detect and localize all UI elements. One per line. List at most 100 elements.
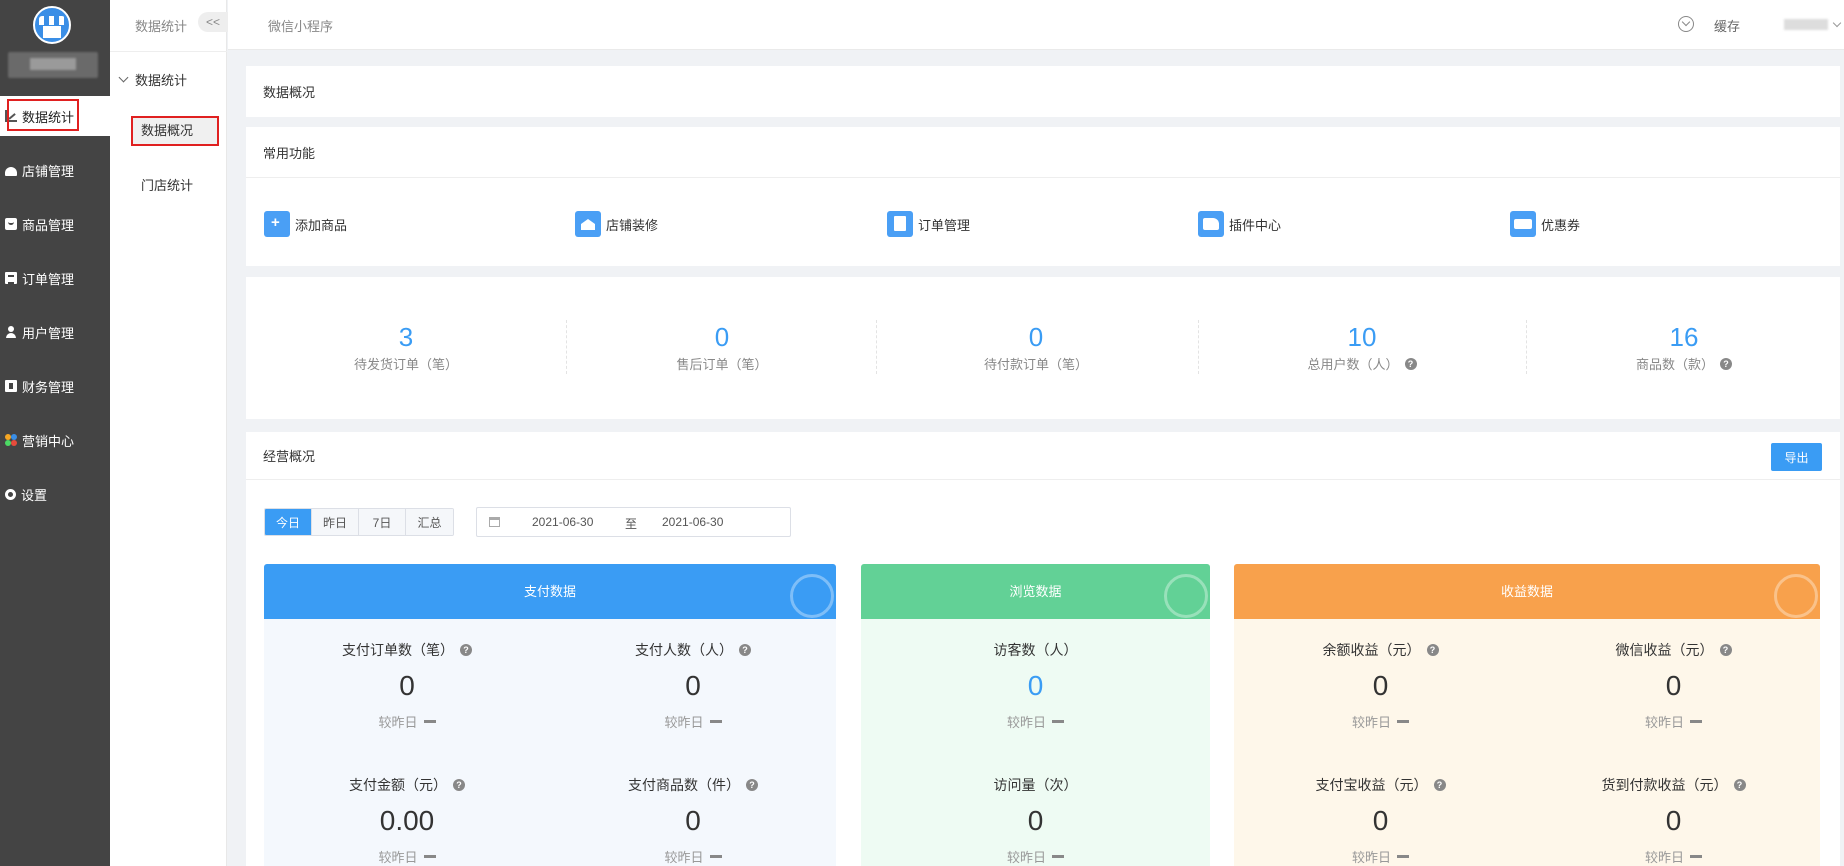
stat-label: 待发货订单（笔） xyxy=(353,357,458,372)
cache-link[interactable]: 缓存 xyxy=(1714,16,1740,35)
range-7days-button[interactable]: 7日 xyxy=(359,509,406,535)
sidebar-item-label: 用户管理 xyxy=(22,325,75,341)
stat-label: 总用户数（人） xyxy=(1307,357,1399,372)
compare-label: 较昨日 xyxy=(1351,850,1391,865)
money-bag-watermark-icon xyxy=(1774,574,1818,618)
help-icon[interactable]: ? xyxy=(453,779,465,791)
compare-label: 较昨日 xyxy=(1006,715,1046,730)
stat-value: 3 xyxy=(398,322,414,352)
metric-pay-goods: 支付商品数（件）? 0 较昨日 xyxy=(550,775,836,866)
date-range-picker[interactable]: 2021-06-30 至 2021-06-30 xyxy=(476,507,791,537)
help-icon[interactable]: ? xyxy=(1719,644,1732,656)
metric-pay-amount: 支付金额（元）? 0.00 较昨日 xyxy=(264,775,550,866)
metric-value: 0.00 xyxy=(379,805,435,836)
shortcut-label: 店铺装修 xyxy=(606,217,659,233)
users-watermark-icon xyxy=(1164,574,1208,618)
sidebar-item-label: 店铺管理 xyxy=(22,163,75,179)
shortcut-label: 优惠券 xyxy=(1541,217,1581,233)
subnav-group-data-stats[interactable]: 数据统计 xyxy=(118,70,187,89)
flat-trend-icon xyxy=(1690,855,1702,858)
panel-header: 浏览数据 xyxy=(861,564,1210,619)
metric-value: 0 xyxy=(685,670,701,701)
download-icon[interactable] xyxy=(1678,16,1694,32)
stat-total-users[interactable]: 10 总用户数（人）? xyxy=(1202,320,1522,373)
stat-goods-count[interactable]: 16 商品数（款）? xyxy=(1524,320,1844,373)
range-selector: 今日 昨日 7日 汇总 xyxy=(264,508,454,536)
stat-label: 商品数（款） xyxy=(1635,357,1714,372)
sidebar-item-data-stats[interactable]: 数据统计 xyxy=(0,96,110,136)
stat-value: 10 xyxy=(1347,322,1377,352)
common-functions-card: 常用功能 xyxy=(246,127,1840,266)
flat-trend-icon xyxy=(1397,855,1409,858)
add-goods-shortcut[interactable]: 添加商品 xyxy=(264,211,347,237)
help-icon[interactable]: ? xyxy=(1733,779,1746,791)
section-title: 经营概况 xyxy=(263,449,316,464)
sidebar-item-finance[interactable]: 财务管理 xyxy=(0,366,110,406)
subnav-title: 数据统计 xyxy=(135,19,188,34)
metric-balance-income: 余额收益（元）? 0 较昨日 xyxy=(1234,640,1527,731)
sidebar-item-users[interactable]: 用户管理 xyxy=(0,312,110,352)
help-icon[interactable]: ? xyxy=(1433,779,1446,791)
metric-label: 余额收益（元） xyxy=(1322,642,1421,658)
sidebar-item-orders[interactable]: 订单管理 xyxy=(0,258,110,298)
plugin-center-shortcut[interactable]: 插件中心 xyxy=(1198,211,1281,237)
stat-after-sale[interactable]: 0 售后订单（笔） xyxy=(562,320,882,373)
help-icon[interactable]: ? xyxy=(460,644,472,656)
help-icon[interactable]: ? xyxy=(746,779,758,791)
flat-trend-icon xyxy=(423,855,436,858)
help-icon[interactable]: ? xyxy=(1404,357,1417,370)
help-icon[interactable]: ? xyxy=(739,644,751,656)
metric-label: 访客数（人） xyxy=(993,642,1078,658)
sidebar-item-marketing[interactable]: 营销中心 xyxy=(0,420,110,460)
order-manage-icon xyxy=(887,211,913,237)
range-total-button[interactable]: 汇总 xyxy=(406,509,453,535)
compare-label: 较昨日 xyxy=(1006,850,1046,865)
metric-label: 支付宝收益（元） xyxy=(1315,777,1428,793)
chart-icon xyxy=(5,110,17,122)
coupon-shortcut[interactable]: 优惠券 xyxy=(1510,211,1580,237)
user-name-blurred[interactable] xyxy=(1784,19,1828,30)
metric-value: 0 xyxy=(1372,670,1389,701)
panel-title: 支付数据 xyxy=(523,584,576,599)
secondary-sidebar: 数据统计 << 数据统计 数据概况 门店统计 xyxy=(110,0,228,866)
subnav-item-overview[interactable]: 数据概况 xyxy=(131,116,219,146)
range-today-button[interactable]: 今日 xyxy=(265,509,312,535)
subnav-item-store-stats[interactable]: 门店统计 xyxy=(131,171,219,201)
store-logo[interactable] xyxy=(33,6,71,44)
shortcut-label: 订单管理 xyxy=(918,217,971,233)
sidebar-item-label: 设置 xyxy=(21,487,48,503)
end-date[interactable]: 2021-06-30 xyxy=(662,515,723,529)
chevron-down-icon[interactable] xyxy=(1832,18,1842,28)
export-button[interactable]: 导出 xyxy=(1771,443,1822,471)
sidebar-item-store[interactable]: 店铺管理 xyxy=(0,150,110,190)
overview-card: 数据概况 xyxy=(246,66,1840,117)
flat-trend-icon xyxy=(1052,720,1064,723)
sidebar-item-goods[interactable]: 商品管理 xyxy=(0,204,110,244)
stat-pending-payment[interactable]: 0 待付款订单（笔） xyxy=(876,320,1196,373)
metric-label: 支付金额（元） xyxy=(349,777,447,793)
help-icon[interactable]: ? xyxy=(1720,357,1732,370)
collapse-button[interactable]: << xyxy=(198,12,228,32)
sidebar-item-label: 订单管理 xyxy=(22,271,75,287)
metric-value: 0 xyxy=(1027,670,1044,701)
metric-value: 0 xyxy=(1372,805,1389,836)
metric-value: 0 xyxy=(1027,805,1044,836)
sidebar-item-label: 财务管理 xyxy=(22,379,75,395)
download-watermark-icon xyxy=(790,574,834,618)
flat-trend-icon xyxy=(709,855,722,858)
sidebar-item-label: 数据统计 xyxy=(22,109,75,125)
help-icon[interactable]: ? xyxy=(1426,644,1439,656)
metric-value: 0 xyxy=(1665,670,1682,701)
sidebar-item-settings[interactable]: 设置 xyxy=(0,474,110,514)
metric-value: 0 xyxy=(1665,805,1682,836)
store-icon xyxy=(5,166,17,176)
income-data-panel: 收益数据 余额收益（元）? 0 较昨日 微信收益（元）? 0 较昨日 支付宝收益… xyxy=(1234,564,1820,866)
store-decor-icon xyxy=(575,211,601,237)
divider xyxy=(246,479,1840,480)
range-yesterday-button[interactable]: 昨日 xyxy=(312,509,359,535)
order-manage-shortcut[interactable]: 订单管理 xyxy=(887,211,970,237)
store-decor-shortcut[interactable]: 店铺装修 xyxy=(575,211,658,237)
breadcrumb[interactable]: 微信小程序 xyxy=(268,16,333,35)
stat-pending-shipment[interactable]: 3 待发货订单（笔） xyxy=(246,320,566,373)
start-date[interactable]: 2021-06-30 xyxy=(532,515,593,529)
